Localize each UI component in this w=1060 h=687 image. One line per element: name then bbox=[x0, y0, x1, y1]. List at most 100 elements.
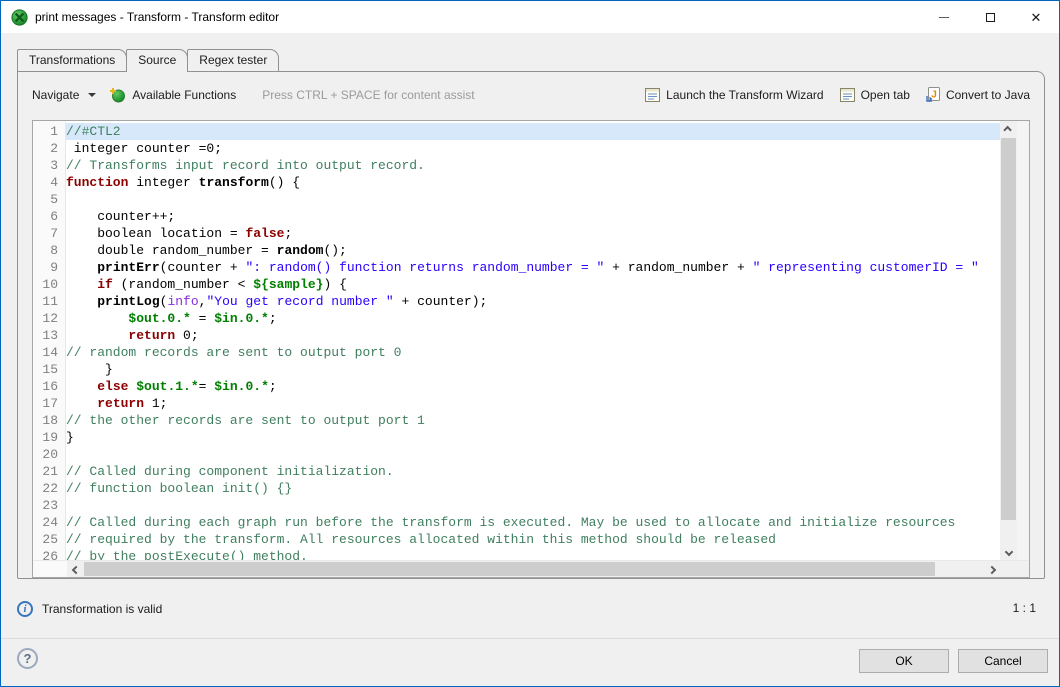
cursor-position: 1 : 1 bbox=[1013, 601, 1036, 615]
tab-transformations[interactable]: Transformations bbox=[17, 49, 127, 71]
available-functions-button[interactable]: Available Functions bbox=[109, 87, 236, 103]
line-number: 4 bbox=[33, 174, 58, 191]
code-line[interactable]: return 1; bbox=[66, 395, 1000, 412]
line-number: 7 bbox=[33, 225, 58, 242]
vertical-scrollbar[interactable] bbox=[1000, 121, 1017, 560]
code-line[interactable]: // Called during component initializatio… bbox=[66, 463, 1000, 480]
maximize-button[interactable] bbox=[967, 1, 1013, 33]
minimize-icon bbox=[939, 17, 949, 18]
line-number: 22 bbox=[33, 480, 58, 497]
close-button[interactable]: ✕ bbox=[1013, 1, 1059, 33]
line-number: 9 bbox=[33, 259, 58, 276]
line-number: 8 bbox=[33, 242, 58, 259]
code-line[interactable]: else $out.1.*= $in.0.*; bbox=[66, 378, 1000, 395]
java-file-icon: J bbox=[926, 87, 940, 103]
code-line[interactable]: $out.0.* = $in.0.*; bbox=[66, 310, 1000, 327]
tab-regex-tester[interactable]: Regex tester bbox=[187, 49, 279, 71]
code-line[interactable]: printLog(info,"You get record number " +… bbox=[66, 293, 1000, 310]
chevron-left-icon bbox=[71, 565, 79, 573]
scroll-left-button[interactable] bbox=[67, 561, 84, 578]
clover-app-icon bbox=[11, 9, 28, 26]
launch-wizard-label: Launch the Transform Wizard bbox=[666, 88, 823, 102]
code-line[interactable]: // the other records are sent to output … bbox=[66, 412, 1000, 429]
help-button[interactable]: ? bbox=[17, 648, 38, 669]
editor-panel: Navigate Available Functions Press CTRL … bbox=[17, 71, 1045, 579]
window-title: print messages - Transform - Transform e… bbox=[35, 10, 279, 24]
scroll-up-button[interactable] bbox=[1000, 121, 1017, 138]
ok-button[interactable]: OK bbox=[859, 649, 949, 673]
line-number: 17 bbox=[33, 395, 58, 412]
maximize-icon bbox=[986, 13, 995, 22]
line-number: 11 bbox=[33, 293, 58, 310]
info-icon: i bbox=[17, 601, 33, 617]
navigate-button[interactable]: Navigate bbox=[32, 88, 96, 102]
line-number: 25 bbox=[33, 531, 58, 548]
tab-bar: TransformationsSourceRegex tester bbox=[17, 49, 278, 71]
line-number: 16 bbox=[33, 378, 58, 395]
open-tab-label: Open tab bbox=[861, 88, 910, 102]
convert-to-java-button[interactable]: J Convert to Java bbox=[926, 87, 1030, 103]
open-tab-icon bbox=[840, 88, 855, 102]
horizontal-scroll-thumb[interactable] bbox=[84, 562, 935, 576]
code-line[interactable]: // Transforms input record into output r… bbox=[66, 157, 1000, 174]
functions-orb-icon bbox=[109, 87, 126, 103]
line-number: 13 bbox=[33, 327, 58, 344]
code-line[interactable]: integer counter =0; bbox=[66, 140, 1000, 157]
line-number: 23 bbox=[33, 497, 58, 514]
convert-to-java-label: Convert to Java bbox=[946, 88, 1030, 102]
code-line[interactable]: // by the postExecute() method. bbox=[66, 548, 1000, 560]
code-line[interactable]: // function boolean init() {} bbox=[66, 480, 1000, 497]
line-number: 20 bbox=[33, 446, 58, 463]
line-number: 5 bbox=[33, 191, 58, 208]
code-line[interactable]: printErr(counter + ": random() function … bbox=[66, 259, 1000, 276]
code-line[interactable]: double random_number = random(); bbox=[66, 242, 1000, 259]
status-bar: i Transformation is valid 1 : 1 bbox=[17, 599, 1043, 619]
line-number: 15 bbox=[33, 361, 58, 378]
code-line[interactable] bbox=[66, 497, 1000, 514]
gutter-corner bbox=[33, 561, 67, 577]
chevron-down-icon bbox=[88, 93, 96, 97]
launch-wizard-button[interactable]: Launch the Transform Wizard bbox=[645, 88, 823, 102]
tab-source[interactable]: Source bbox=[126, 49, 188, 72]
code-line[interactable]: } bbox=[66, 429, 1000, 446]
horizontal-scrollbar[interactable] bbox=[67, 561, 1000, 577]
line-number: 19 bbox=[33, 429, 58, 446]
chevron-right-icon bbox=[987, 565, 995, 573]
vertical-scroll-thumb[interactable] bbox=[1001, 138, 1016, 520]
code-line[interactable] bbox=[66, 191, 1000, 208]
scroll-down-button[interactable] bbox=[1000, 543, 1017, 560]
code-line[interactable]: return 0; bbox=[66, 327, 1000, 344]
help-icon: ? bbox=[24, 651, 32, 666]
code-line[interactable]: // Called during each graph run before t… bbox=[66, 514, 1000, 531]
cancel-button[interactable]: Cancel bbox=[958, 649, 1048, 673]
toolbar: Navigate Available Functions Press CTRL … bbox=[18, 72, 1044, 118]
line-number: 24 bbox=[33, 514, 58, 531]
titlebar: print messages - Transform - Transform e… bbox=[1, 1, 1059, 33]
code-line[interactable]: function integer transform() { bbox=[66, 174, 1000, 191]
line-number: 26 bbox=[33, 548, 58, 560]
code-line[interactable]: counter++; bbox=[66, 208, 1000, 225]
minimize-button[interactable] bbox=[921, 1, 967, 33]
close-icon: ✕ bbox=[1031, 11, 1042, 24]
code-line[interactable]: boolean location = false; bbox=[66, 225, 1000, 242]
navigate-label: Navigate bbox=[32, 88, 79, 102]
line-number: 18 bbox=[33, 412, 58, 429]
code-line[interactable]: // random records are sent to output por… bbox=[66, 344, 1000, 361]
line-number: 21 bbox=[33, 463, 58, 480]
transform-editor-dialog: print messages - Transform - Transform e… bbox=[0, 0, 1060, 687]
line-number: 1 bbox=[33, 123, 58, 140]
code-line[interactable]: // required by the transform. All resour… bbox=[66, 531, 1000, 548]
code-editor[interactable]: 1234567891011121314151617181920212223242… bbox=[32, 120, 1030, 578]
overview-ruler bbox=[1017, 121, 1029, 560]
code-line[interactable] bbox=[66, 446, 1000, 463]
scroll-right-button[interactable] bbox=[983, 561, 1000, 578]
code-line[interactable]: //#CTL2 bbox=[66, 123, 1000, 140]
line-number: 6 bbox=[33, 208, 58, 225]
open-tab-button[interactable]: Open tab bbox=[840, 88, 910, 102]
code-line[interactable]: if (random_number < ${sample}) { bbox=[66, 276, 1000, 293]
code-line[interactable]: } bbox=[66, 361, 1000, 378]
line-number: 10 bbox=[33, 276, 58, 293]
wizard-form-icon bbox=[645, 88, 660, 102]
code-area[interactable]: //#CTL2 integer counter =0;// Transforms… bbox=[66, 121, 1000, 560]
status-message: Transformation is valid bbox=[42, 602, 162, 616]
